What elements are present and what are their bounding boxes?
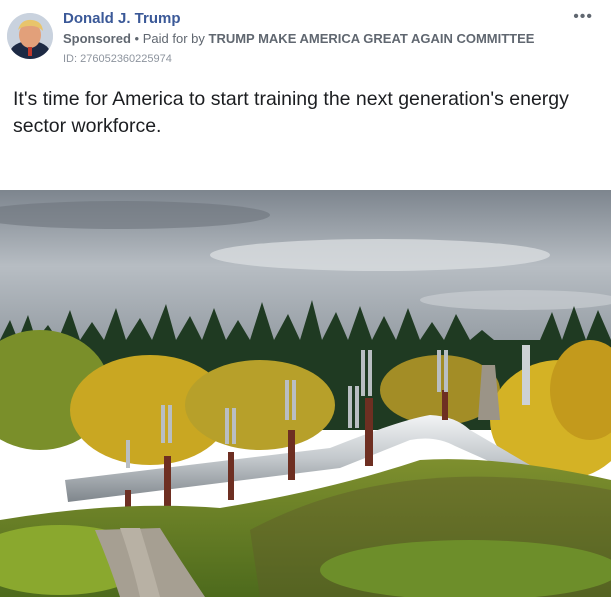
post-image[interactable] [0, 190, 611, 597]
ellipsis-icon[interactable]: ••• [573, 8, 593, 26]
post-text: It's time for America to start training … [13, 88, 569, 137]
sponsored-label[interactable]: Sponsored [63, 31, 131, 46]
paid-for-entity: TRUMP MAKE AMERICA GREAT AGAIN COMMITTEE [208, 31, 535, 46]
avatar[interactable] [7, 13, 53, 59]
pipeline-photo [0, 190, 611, 597]
author-name[interactable]: Donald J. Trump [63, 10, 181, 27]
sponsored-line: Sponsored • Paid for by TRUMP MAKE AMERI… [63, 31, 534, 46]
ad-id: ID: 276052360225974 [63, 53, 172, 65]
separator: • [134, 31, 140, 46]
profile-photo [7, 13, 53, 59]
paid-for-prefix: Paid for by [142, 31, 205, 46]
post-header: Donald J. Trump Sponsored • Paid for by … [0, 0, 611, 70]
